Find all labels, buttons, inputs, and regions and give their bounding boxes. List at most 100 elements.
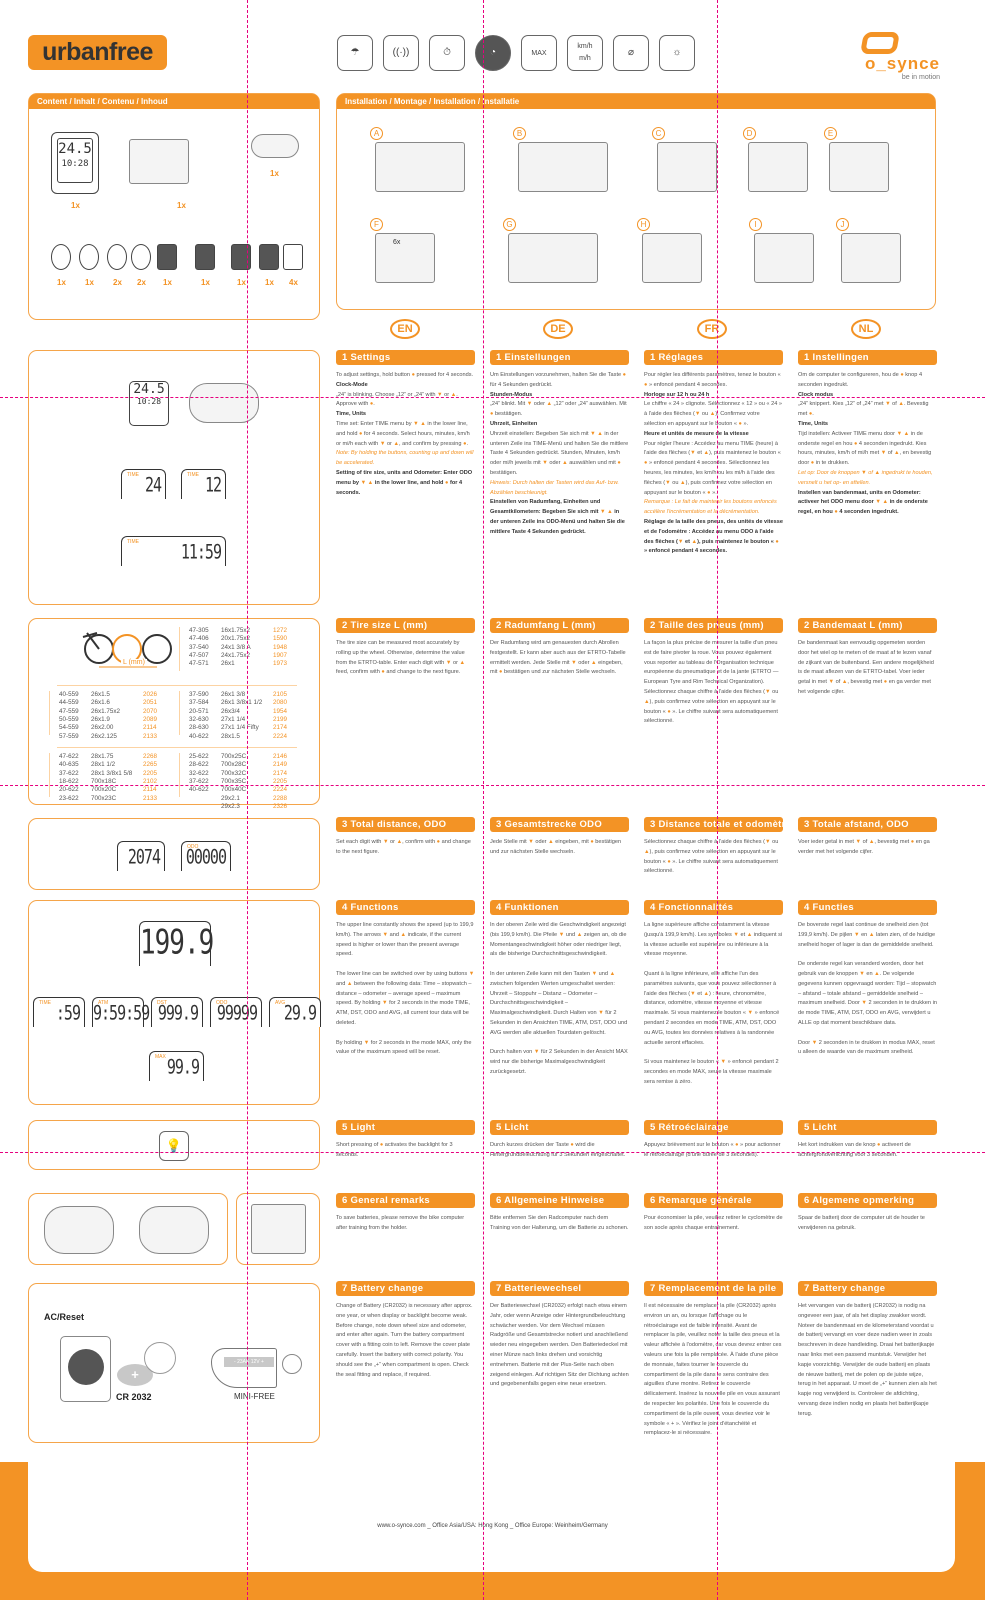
section-text: La ligne supérieure affiche constamment …: [644, 921, 783, 1088]
paragraph: Setting of tire size, units and Odometer…: [336, 469, 473, 496]
time-display-value: 11:59: [180, 540, 222, 564]
section-heading: 2 Radumfang L (mm): [490, 618, 629, 633]
rain-umbrella-icon: ☂: [337, 35, 373, 71]
paragraph: Der Radumfang wird am genauesten durch A…: [490, 640, 626, 676]
part-image: [51, 244, 71, 270]
tire-size: 24x1.75x2: [221, 651, 251, 659]
wheel-size-display-value: 2074: [127, 845, 161, 869]
paragraph: Durch halten von ▼ für 2 Sekunden in der…: [490, 1049, 628, 1075]
section-text: To save batteries, please remove the bik…: [336, 1214, 475, 1234]
section-text: Durch kurzes drücken der Taste ● wird di…: [490, 1141, 629, 1161]
paragraph: Il est nécessaire de remplacer la pile (…: [644, 1303, 782, 1437]
section-7-nl: 7 Battery change Het vervangen van de bat…: [798, 1281, 937, 1420]
paragraph: Sélectionnez chaque chiffre à l'aide des…: [644, 839, 779, 875]
paragraph: Voer ieder getal in met ▼ of ▲, bevestig…: [798, 839, 930, 855]
section-1-en: 1 Settings To adjust settings, hold butto…: [336, 350, 475, 498]
etrto-size: 28-622: [189, 761, 209, 769]
paragraph: „24“ is blinking. Choose „12“ or „24“ wi…: [336, 391, 458, 408]
sensor-battery-compartment: - 23AE 12V +: [211, 1348, 277, 1388]
tire-size: 28x1.75: [91, 753, 114, 760]
company-name: o_synce: [864, 54, 940, 73]
tire-size: 700x23C: [91, 794, 117, 802]
section-text: The upper line constantly shows the spee…: [336, 921, 475, 1058]
quantity-label: 2x: [113, 278, 122, 287]
section-heading: 1 Settings: [336, 350, 475, 365]
etrto-size: 47-507: [189, 651, 209, 659]
circumference-mm: 2174: [273, 769, 288, 777]
paragraph: Uhrzeit, Einheiten: [490, 420, 538, 427]
paragraph: Hinweis: Durch halten der Tasten wird da…: [490, 479, 619, 496]
step-j-label: J: [836, 218, 849, 231]
paragraph: To save batteries, please remove the bik…: [336, 1215, 465, 1231]
circumference-mm: 2174: [273, 724, 288, 732]
paragraph: Short pressing of ● activates the backli…: [336, 1142, 453, 1158]
circumference-mm: 2105: [273, 691, 288, 698]
tire-size: 700x20C: [91, 786, 117, 794]
section-4-nl: 4 Functies De bovenste regel laat continu…: [798, 900, 937, 1058]
section-heading: 7 Batteriewechsel: [490, 1281, 629, 1296]
wireless-icon: ((·)): [383, 35, 419, 71]
max-speed-icon: MAX: [521, 35, 557, 71]
section-7-de: 7 Batteriewechsel Der Batteriewechsel (CR…: [490, 1281, 629, 1390]
footer-contact: www.o-synce.com _ Office Asia/USA: Hong …: [377, 1523, 608, 1529]
etrto-size: 28-630: [189, 724, 209, 732]
battery-cover-icon: [68, 1349, 104, 1385]
section-text: Pour économiser la pile, veuillez retire…: [644, 1214, 783, 1234]
etrto-size: 47-305: [189, 627, 209, 634]
step-h-illustration: [642, 233, 702, 283]
tire-size: 26x1.5: [91, 691, 110, 698]
fold-guide: [0, 785, 985, 786]
circumference-mm: 1590: [273, 635, 288, 643]
time-display: TIME 24: [121, 469, 166, 499]
circumference-mm: 2288: [273, 794, 288, 802]
section-text: Set each digit with ▼ or ▲, confirm with…: [336, 838, 475, 858]
etrto-size: 32-630: [189, 715, 209, 723]
section-2-en: 2 Tire size L (mm) The tire size can be m…: [336, 618, 475, 678]
hand-removing-computer-image: [44, 1206, 114, 1254]
paragraph: Remarque : Le fait de maintenir les bout…: [644, 499, 777, 516]
section-text: De bovenste regel laat continue de snelh…: [798, 921, 937, 1058]
max-display-value: 99.9: [166, 1055, 200, 1079]
quantity-label: 1x: [71, 201, 80, 210]
tire-size: 26x3/4: [221, 707, 240, 715]
step-h-label: H: [637, 218, 650, 231]
tire-size: 20x1.75x2: [221, 635, 251, 643]
circumference-mm: 2199: [273, 715, 288, 723]
sensor-image: [251, 134, 299, 158]
circumference-mm: 2114: [143, 786, 157, 794]
section-heading: 4 Functies: [798, 900, 937, 915]
tire-size: 29x2.3: [221, 802, 240, 810]
sensor-battery-icon: - 23AE 12V +: [224, 1357, 274, 1367]
paragraph: The lower line can be switched over by u…: [336, 970, 475, 1026]
time-display-value: :59: [55, 1001, 81, 1025]
time-display-caption: TIME: [187, 472, 199, 478]
odo-panel: 2074 ODO 00000: [28, 818, 320, 890]
section-text: Bitte entfernen Sie den Radcomputer nach…: [490, 1214, 629, 1234]
language-fr: FR: [697, 319, 727, 339]
quantity-label: 1x: [85, 278, 94, 287]
section-heading: 5 Rétroéclairage: [644, 1120, 783, 1135]
table-divider: [49, 691, 50, 735]
fold-guide: [0, 397, 985, 398]
step-d-illustration: [748, 142, 808, 192]
etrto-size: 40-559: [59, 691, 79, 698]
paragraph: Time, Units: [336, 411, 367, 418]
circumference-mm: 2326: [273, 802, 288, 810]
circumference-mm: 1907: [273, 651, 288, 659]
avg-display: AVG 29.9: [269, 997, 321, 1027]
quantity-label: 4x: [289, 278, 298, 287]
paragraph: Stunden-Modus: [490, 391, 533, 398]
section-6-nl: 6 Algemene opmerking Spaar de batterij do…: [798, 1193, 937, 1234]
etrto-size: 20-571: [189, 707, 209, 715]
installation-panel-title: Installation / Montage / Installation / …: [337, 94, 935, 109]
step-g-illustration: [508, 233, 598, 283]
time-display-caption: TIME: [39, 1000, 51, 1006]
wheel-length-label: L (mm): [121, 659, 147, 666]
tire-size: 26x1.6: [91, 699, 110, 707]
content-panel: Content / Inhalt / Contenu / Inhoud 24.5…: [28, 93, 320, 320]
etrto-size: 40-622: [189, 786, 209, 794]
step-a-illustration: [375, 142, 465, 192]
section-heading: 2 Taille des pneus (mm): [644, 618, 783, 633]
section-heading: 1 Einstellungen: [490, 350, 629, 365]
holder-image: [251, 1204, 306, 1254]
